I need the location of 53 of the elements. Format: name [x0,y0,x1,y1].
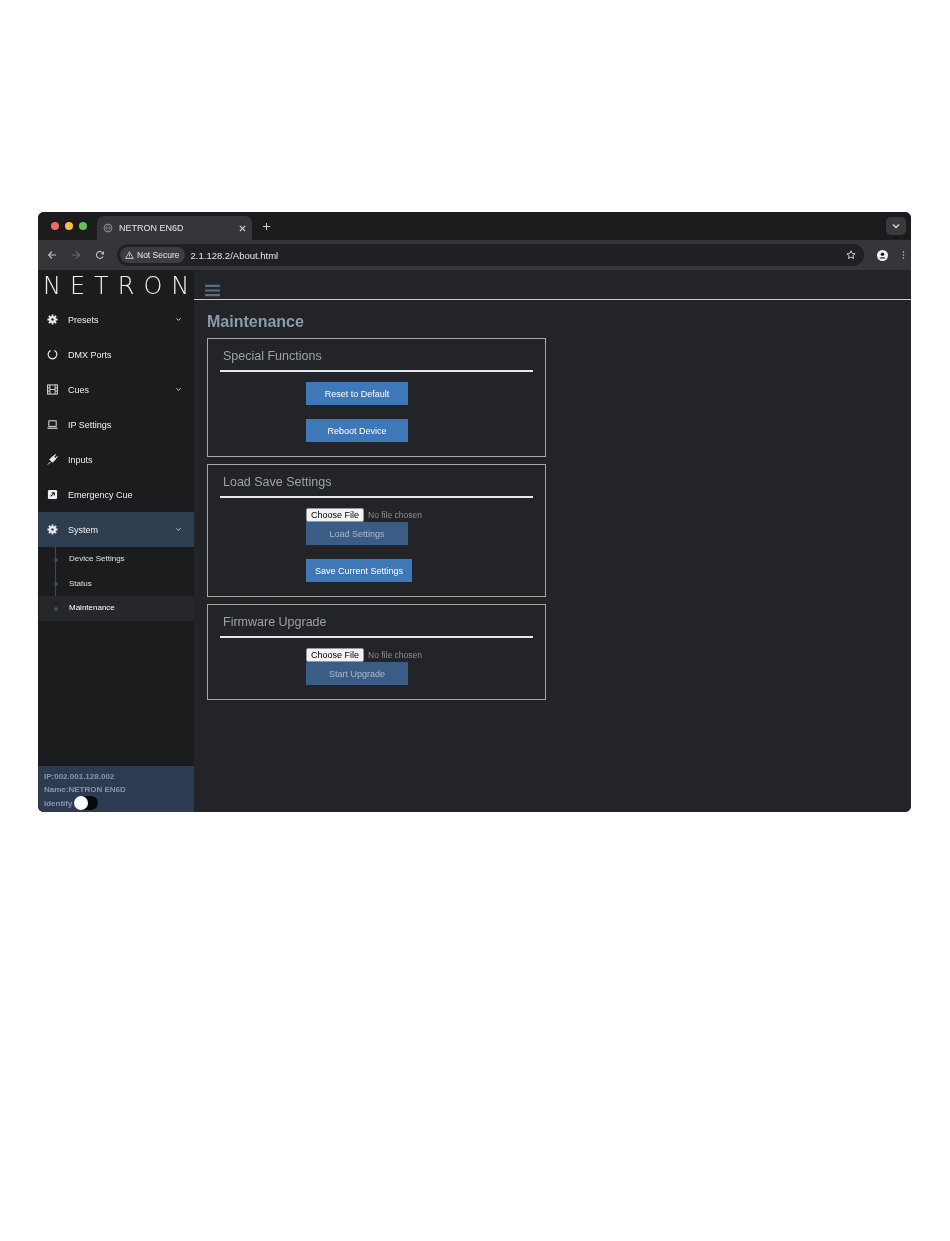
tab-title: NETRON EN6D [119,223,185,233]
film-icon [47,384,58,395]
choose-file-button[interactable]: Choose File [306,648,365,662]
zoom-window-icon[interactable] [79,222,87,230]
address-bar[interactable]: Not Secure 2.1.128.2/About.html [117,244,864,266]
choose-file-button[interactable]: Choose File [306,508,365,522]
submenu-item[interactable]: Device Settings [39,547,194,572]
gear-icon [47,524,58,535]
menu-icon[interactable] [902,250,905,260]
panel-title: Firmware Upgrade [220,605,533,638]
close-icon[interactable] [239,224,246,232]
panel-title: Load Save Settings [220,465,533,498]
ring-icon [47,349,58,360]
file-status-text: No file chosen [368,510,422,520]
bookmark-star-icon[interactable] [846,250,856,260]
sidebar-item[interactable]: DMX Ports [38,337,194,372]
sidebar-item[interactable]: Presets [38,302,194,337]
submenu-item[interactable]: Maintenance [39,596,194,621]
logo: NETRON [42,271,194,302]
identify-label: Identify [44,797,73,810]
browser-tab[interactable]: NETRON EN6D [97,216,252,240]
minimize-window-icon[interactable] [65,222,73,230]
device-name-text: Name:NETRON EN6D [44,784,127,796]
sidebar-item[interactable]: System [38,512,194,547]
gear-icon [47,314,58,325]
reload-icon[interactable] [95,250,105,260]
back-icon[interactable] [47,250,57,260]
globe-icon [103,223,113,233]
action-button[interactable]: Reboot Device [306,419,408,442]
url-text: 2.1.128.2/About.html [190,249,279,261]
profile-icon[interactable] [877,249,888,261]
action-button[interactable]: Save Current Settings [306,559,413,582]
sidebar-item[interactable]: Cues [38,372,194,407]
sidebar-item[interactable]: IP Settings [38,407,194,442]
menu-icon[interactable] [205,284,220,297]
identify-toggle[interactable] [74,796,99,810]
sidebar-item[interactable]: Inputs [38,442,194,477]
new-tab-icon[interactable] [262,221,271,231]
page-title: Maintenance [207,313,305,331]
panel-title: Special Functions [220,339,533,372]
close-window-icon[interactable] [51,222,59,230]
external-link-icon [47,489,58,500]
ip-address-text: IP:002.001.128.002 [44,771,116,783]
laptop-icon [47,419,58,430]
warning-icon [125,251,134,259]
tab-list-button[interactable] [886,217,906,235]
action-button[interactable]: Reset to Default [306,382,408,405]
file-status-text: No file chosen [368,650,422,660]
security-chip[interactable]: Not Secure [120,247,185,263]
plug-icon [47,454,58,465]
sidebar-item[interactable]: Emergency Cue [38,477,194,512]
submenu-item[interactable]: Status [39,571,194,596]
chevron-down-icon [892,223,900,229]
